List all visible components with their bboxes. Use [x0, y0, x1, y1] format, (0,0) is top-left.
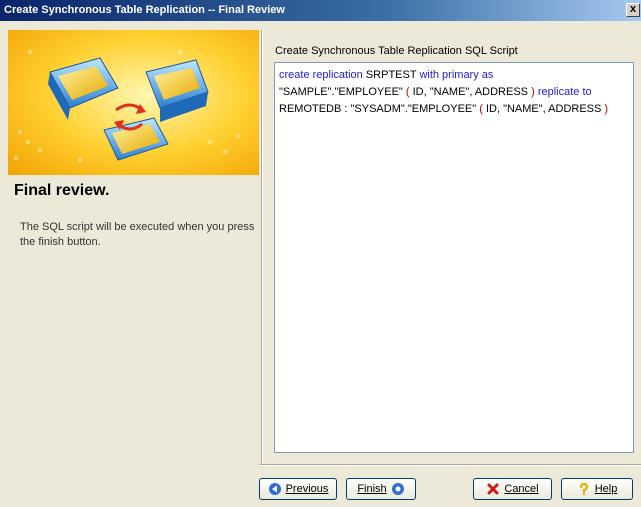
close-paren: ) [604, 103, 609, 115]
finish-icon [391, 483, 404, 495]
keyword-create-replication: create replication [279, 69, 363, 81]
previous-label: Previous [285, 483, 329, 495]
script-line-3: REMOTEDB : "SYSADM"."EMPLOYEE" ( ID, "NA… [279, 101, 629, 118]
wizard-window: Create Synchronous Table Replication -- … [0, 0, 641, 507]
question-mark-icon [579, 482, 588, 496]
finish-button[interactable]: Finish [346, 478, 416, 500]
title-bar: Create Synchronous Table Replication -- … [0, 0, 641, 21]
keyword-replicate-to: replicate to [537, 86, 592, 98]
previous-button[interactable]: Previous [259, 478, 337, 500]
close-icon: x [629, 3, 637, 15]
replication-name: SRPTEST [365, 69, 417, 81]
window-title: Create Synchronous Table Replication -- … [4, 4, 285, 16]
replication-banner-image [8, 30, 259, 175]
target-columns: ID, "NAME", ADDRESS [485, 103, 602, 115]
vertical-divider [261, 30, 263, 464]
page-heading: Final review. [14, 182, 110, 199]
primary-columns: ID, "NAME", ADDRESS [412, 86, 529, 98]
close-paren: ) [531, 86, 535, 98]
close-button[interactable]: x [626, 3, 640, 17]
arrow-left-icon [268, 483, 281, 495]
red-x-icon [487, 483, 499, 495]
sql-script-textarea[interactable]: create replication SRPTEST with primary … [274, 62, 634, 453]
finish-label: Finish [357, 483, 387, 495]
script-line-2: "SAMPLE"."EMPLOYEE" ( ID, "NAME", ADDRES… [279, 84, 629, 101]
open-paren: ( [479, 103, 483, 115]
target-table: REMOTEDB : "SYSADM"."EMPLOYEE" [279, 103, 477, 115]
primary-table: "SAMPLE"."EMPLOYEE" [279, 86, 403, 98]
replication-banner [8, 30, 259, 175]
help-button[interactable]: Help [561, 478, 633, 500]
cancel-label: Cancel [504, 483, 539, 495]
script-label: Create Synchronous Table Replication SQL… [275, 45, 518, 57]
cancel-button[interactable]: Cancel [473, 478, 552, 500]
open-paren: ( [405, 86, 410, 98]
horizontal-divider [259, 464, 641, 466]
script-line-1: create replication SRPTEST with primary … [279, 67, 629, 84]
help-label: Help [594, 483, 618, 495]
left-panel: Final review. The SQL script will be exe… [8, 30, 259, 494]
page-description: The SQL script will be executed when you… [20, 221, 255, 248]
keyword-with-primary: with primary as [419, 69, 494, 81]
